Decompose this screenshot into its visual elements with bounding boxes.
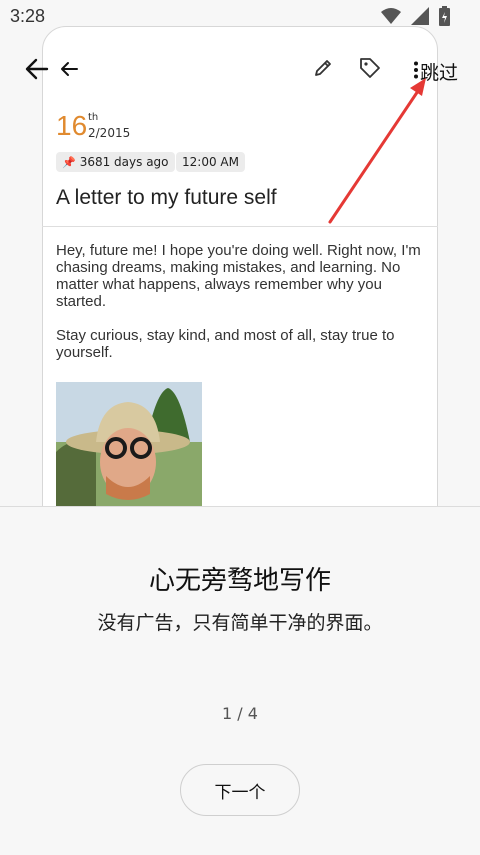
pencil-icon[interactable] [312,57,334,79]
next-button-label: 下一个 [214,782,266,803]
divider [42,226,438,227]
status-time: 3:28 [10,6,46,26]
entry-paragraph: Stay curious, stay kind, and most of all… [56,327,395,361]
days-ago-chip: 📌 3681 days ago [56,152,175,172]
battery-icon [439,6,450,30]
entry-title: A letter to my future self [56,186,277,209]
more-vertical-icon[interactable] [412,60,420,80]
entry-photo [56,382,202,506]
days-ago-text: 3681 days ago [79,155,169,169]
entry-body: Hey, future me! I hope you're doing well… [56,242,426,378]
back-arrow-icon[interactable] [24,56,50,82]
time-chip: 12:00 AM [176,152,245,172]
pin-icon: 📌 [62,156,76,169]
arrow-left-icon[interactable] [58,58,80,80]
onboarding-subline: 没有广告，只有简单干净的界面。 [97,612,383,634]
tag-icon[interactable] [358,56,382,80]
next-button[interactable]: 下一个 [180,764,300,816]
entry-month-year: 2/2015 [88,126,131,140]
entry-day: 16 [56,110,88,141]
entry-day-suffix: th [88,112,99,123]
entry-paragraph: Hey, future me! I hope you're doing well… [56,242,421,310]
skip-button[interactable]: 跳过 [420,58,458,85]
onboarding-headline: 心无旁骛地写作 [148,566,331,596]
time-text: 12:00 AM [182,155,239,169]
page-indicator: 1 / 4 [222,704,258,723]
